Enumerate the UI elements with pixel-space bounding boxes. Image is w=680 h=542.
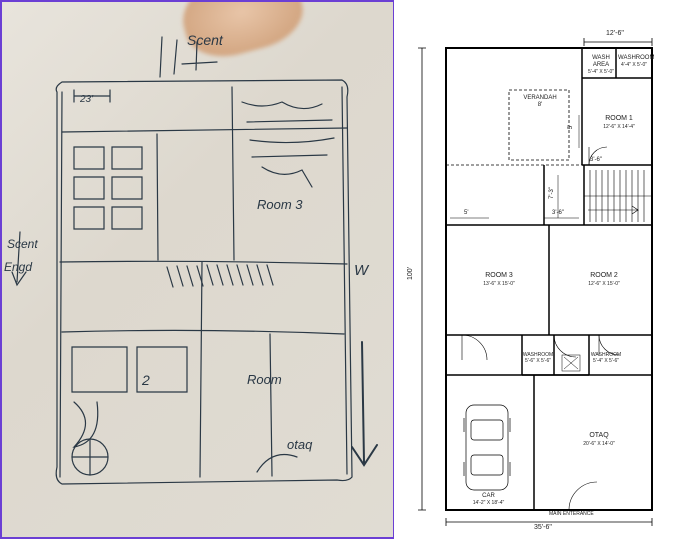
plan-room1-label: ROOM 1	[605, 115, 633, 122]
plan-room1: ROOM 1 12'-6" X 14'-4"	[594, 115, 644, 132]
floorplan-panel: 100' 35'-6" 12'-6" WASH AREA 5'-4" X 5'-…	[394, 0, 680, 542]
plan-room2: ROOM 2 12'-6" X 15'-0"	[574, 272, 634, 289]
plan-verandah-label: VERANDAH	[523, 95, 556, 101]
plan-dim-5b: 5'	[464, 210, 468, 216]
plan-verandah-dim: 8'	[538, 102, 542, 108]
plan-otaq-label: OTAQ	[589, 432, 608, 439]
plan-car: CAR 14'-2" X 18'-4"	[466, 493, 511, 507]
plan-car-dim: 14'-2" X 18'-4"	[473, 500, 505, 506]
plan-washarea-dim: 5'-4" X 5'-0"	[588, 69, 614, 75]
plan-washroom1: WASHROOM 4'-4" X 5'-0"	[618, 55, 650, 69]
plan-dim-73: 7'-3"	[549, 187, 555, 199]
plan-dim-5a: 5'	[568, 125, 574, 129]
sketch-2: 2	[142, 372, 150, 388]
plan-washarea-label: WASH AREA	[592, 55, 610, 68]
plan-main-ent: MAIN ENTERANCE	[549, 511, 594, 517]
plan-room3-dim: 13'-6" X 15'-0"	[483, 281, 515, 287]
plan-dim-36b: 3'-6"	[552, 210, 564, 216]
sketch-room3: Room 3	[257, 197, 303, 212]
plan-room2-label: ROOM 2	[590, 272, 618, 279]
plan-room3-label: ROOM 3	[485, 272, 513, 279]
plan-washroom1-label: WASHROOM	[618, 55, 654, 61]
plan-otaq: OTAQ 20'-6" X 14'-0"	[564, 432, 634, 449]
plan-dim-36a: 3'-6"	[590, 157, 602, 163]
sketch-room: Room	[247, 372, 282, 387]
sketch-w: W	[354, 262, 368, 279]
sketch-side-engd: Engd	[4, 260, 32, 274]
plan-washroom3: WASHROOM 5'-4" X 5'-6"	[590, 352, 622, 364]
plan-car-label: CAR	[482, 493, 495, 499]
sketch-lines	[2, 2, 394, 539]
sketch-dim-23: 23'	[80, 94, 93, 105]
plan-washroom2: WASHROOM 5'-6" X 5'-6"	[522, 352, 554, 364]
plan-height-dim: 100'	[407, 267, 414, 280]
plan-washroom3-dim: 5'-4" X 5'-6"	[593, 358, 619, 364]
plan-top-dim: 12'-6"	[606, 30, 624, 37]
sketch-side-scent: Scent	[7, 237, 38, 251]
plan-room3: ROOM 3 13'-6" X 15'-0"	[469, 272, 529, 289]
plan-verandah: VERANDAH 8'	[519, 95, 561, 109]
plan-washroom2-dim: 5'-6" X 5'-6"	[525, 358, 551, 364]
sketch-panel: Scent 23' Room 3 Scent Engd W Room 2 ota…	[0, 0, 394, 539]
sketch-otaq: otaq	[287, 437, 312, 452]
plan-room1-dim: 12'-6" X 14'-4"	[603, 124, 635, 130]
floorplan-drawing	[394, 0, 680, 540]
plan-washarea: WASH AREA 5'-4" X 5'-0"	[586, 55, 616, 77]
plan-washroom1-dim: 4'-4" X 5'-0"	[621, 62, 647, 68]
plan-room2-dim: 12'-6" X 15'-0"	[588, 281, 620, 287]
plan-width-dim: 35'-6"	[534, 524, 552, 531]
sketch-label-scent: Scent	[187, 32, 223, 48]
plan-otaq-dim: 20'-6" X 14'-0"	[583, 441, 615, 447]
